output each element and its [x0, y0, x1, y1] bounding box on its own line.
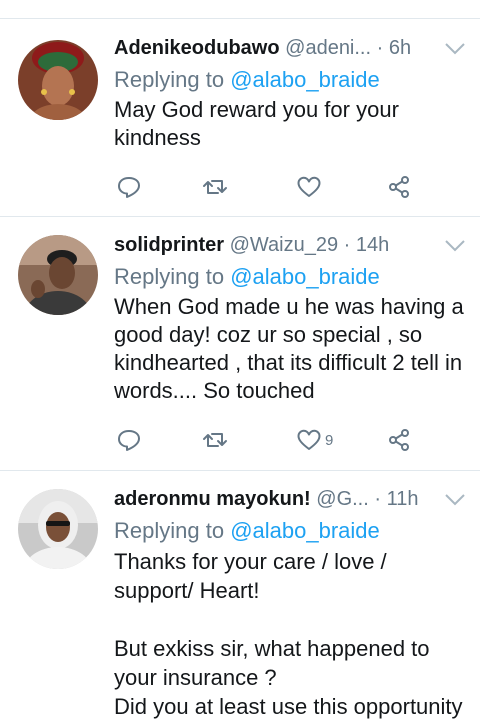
user-handle[interactable]: @G...	[316, 488, 369, 510]
like-icon	[297, 176, 321, 197]
top-divider	[0, 0, 480, 20]
replying-label: Replying to	[114, 264, 225, 289]
avatar[interactable]	[18, 40, 98, 120]
share-button[interactable]	[386, 172, 412, 202]
mention-link[interactable]: @alabo_braide	[230, 264, 380, 289]
reply-button[interactable]	[116, 172, 142, 202]
retweet-button[interactable]	[202, 172, 228, 202]
tweet-header: solidprinter @Waizu_29 · 14h	[114, 229, 466, 261]
retweet-button[interactable]	[202, 425, 228, 455]
display-name[interactable]: Adenikeodubawo	[114, 37, 280, 59]
reply-icon	[118, 430, 140, 451]
chevron-down-icon[interactable]	[444, 42, 466, 56]
user-handle[interactable]: @Waizu_29	[230, 234, 339, 256]
tweet-actions: 9	[114, 425, 424, 455]
mention-link[interactable]: @alabo_braide	[230, 518, 380, 543]
tweet-text: May God reward you for your kindness	[114, 97, 399, 150]
tweet-header: aderonmu mayokun! @G... · 11h	[114, 483, 466, 515]
like-count: 9	[325, 431, 334, 449]
tweet-item[interactable]: Adenikeodubawo @adeni... · 6h Replying t…	[0, 20, 480, 217]
tweet-actions	[114, 172, 424, 202]
replying-to: Replying to @alabo_braide	[114, 515, 466, 547]
replying-to: Replying to @alabo_braide	[114, 64, 466, 96]
replying-label: Replying to	[114, 67, 225, 92]
display-name[interactable]: aderonmu mayokun!	[114, 488, 311, 510]
chevron-down-icon[interactable]	[444, 239, 466, 253]
share-icon	[389, 429, 409, 451]
like-icon	[297, 429, 321, 450]
replying-label: Replying to	[114, 518, 225, 543]
like-button[interactable]: 9	[296, 425, 333, 455]
reply-button[interactable]	[116, 425, 142, 455]
tweet-text: Thanks for your care / love / support/ H…	[114, 549, 463, 719]
tweet-item[interactable]: solidprinter @Waizu_29 · 14h Replying to…	[0, 217, 480, 471]
avatar[interactable]	[18, 489, 98, 569]
retweet-icon	[203, 433, 227, 447]
share-button[interactable]	[386, 425, 412, 455]
avatar[interactable]	[18, 235, 98, 315]
like-button[interactable]	[296, 172, 322, 202]
tweet-text: When God made u he was having a good day…	[114, 294, 464, 403]
share-icon	[389, 176, 409, 198]
display-name[interactable]: solidprinter	[114, 234, 224, 256]
timestamp[interactable]: · 14h	[344, 234, 390, 256]
timestamp[interactable]: · 6h	[377, 37, 411, 59]
mention-link[interactable]: @alabo_braide	[230, 67, 380, 92]
chevron-down-icon[interactable]	[444, 493, 466, 507]
reply-icon	[118, 177, 140, 198]
replying-to: Replying to @alabo_braide	[114, 261, 466, 293]
timestamp[interactable]: · 11h	[374, 488, 418, 510]
user-handle[interactable]: @adeni...	[285, 37, 371, 59]
retweet-icon	[203, 180, 227, 194]
tweet-item[interactable]: aderonmu mayokun! @G... · 11h Replying t…	[0, 471, 480, 720]
tweet-header: Adenikeodubawo @adeni... · 6h	[114, 32, 466, 64]
